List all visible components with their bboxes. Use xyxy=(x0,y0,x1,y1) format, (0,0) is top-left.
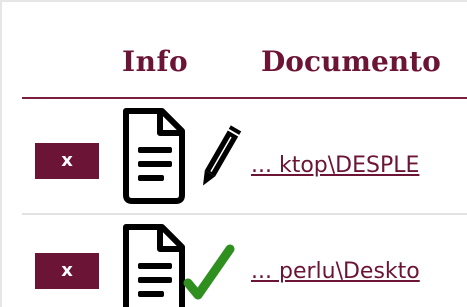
table-row: x ... ktop\DESPLE xyxy=(2,99,467,214)
table-row: x ... perlu\Deskto xyxy=(2,215,467,307)
document-link[interactable]: ... perlu\Deskto xyxy=(251,259,420,284)
document-edit-icon xyxy=(118,105,243,209)
document-link[interactable]: ... ktop\DESPLE xyxy=(251,153,419,178)
column-header-info: Info xyxy=(122,45,189,78)
documents-table: Info Documento x ... ktop\DESPLE x ... p… xyxy=(0,0,467,307)
column-header-documento: Documento xyxy=(261,45,441,78)
table-header: Info Documento xyxy=(2,2,467,98)
delete-button[interactable]: x xyxy=(35,253,99,289)
delete-button[interactable]: x xyxy=(35,143,99,179)
document-check-icon xyxy=(118,221,243,307)
